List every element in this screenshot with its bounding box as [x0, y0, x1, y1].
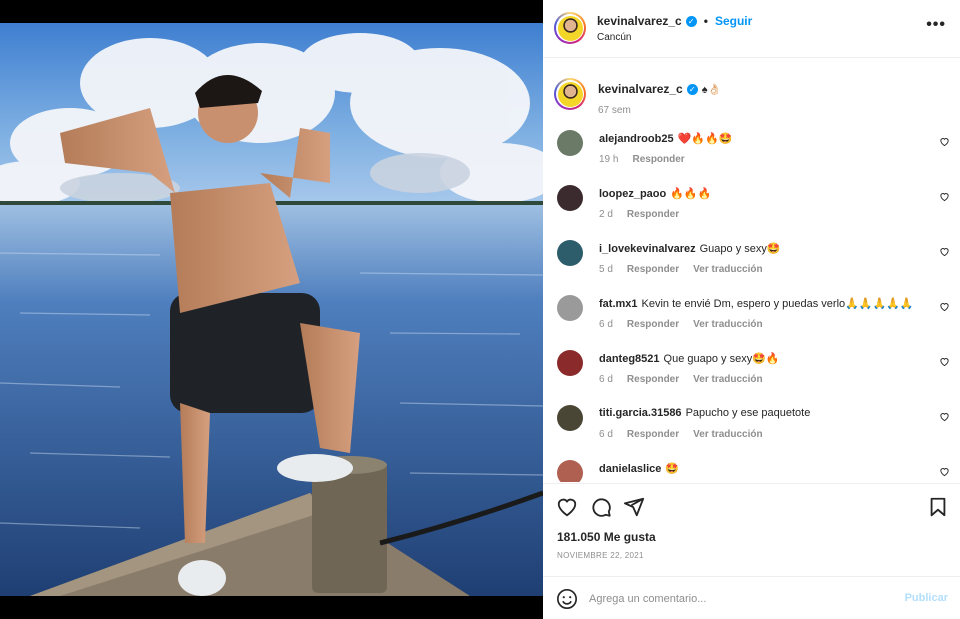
comment-text: Papucho y ese paquetote: [685, 407, 811, 419]
comment-input[interactable]: [589, 589, 889, 609]
separator-dot: •: [703, 14, 708, 28]
comment-line: alejandroob25 ❤️🔥🔥🤩: [599, 132, 930, 145]
comments-list[interactable]: kevinalvarez_c ✓ ♠👌🏻 67 sem alejandroob2…: [543, 58, 960, 482]
comment-line: loopez_paoo 🔥🔥🔥: [599, 187, 930, 200]
comment-text: Guapo y sexy🤩: [699, 243, 781, 255]
publish-button[interactable]: Publicar: [905, 592, 948, 604]
translate-button[interactable]: Ver traducción: [693, 264, 762, 275]
caption-text: ♠👌🏻: [701, 83, 722, 96]
comment-meta: 19 h Responder: [599, 154, 699, 165]
commenter-avatar[interactable]: [557, 185, 583, 211]
like-comment-heart-icon[interactable]: [939, 301, 950, 312]
commenter-username[interactable]: i_lovekevinalvarez: [599, 243, 696, 255]
comment-line: titi.garcia.31586 Papucho y ese paquetote: [599, 407, 930, 419]
comment-meta: 2 d Responder: [599, 209, 693, 220]
reply-button[interactable]: Responder: [627, 429, 679, 440]
like-comment-heart-icon[interactable]: [939, 191, 950, 202]
comment-item: danteg8521 Que guapo y sexy🤩🔥 6 d Responde…: [543, 344, 960, 394]
post-photo-area: [0, 0, 543, 619]
like-comment-heart-icon[interactable]: [939, 136, 950, 147]
emoji-icon[interactable]: [556, 588, 578, 610]
comment-text: 🔥🔥🔥: [670, 188, 712, 200]
comment-line: danielaslice 🤩: [599, 462, 930, 475]
comment-item: loopez_paoo 🔥🔥🔥 2 d Responder: [543, 179, 960, 229]
like-comment-heart-icon[interactable]: [939, 356, 950, 367]
likes-count[interactable]: 181.050 Me gusta: [557, 530, 656, 544]
share-icon[interactable]: [623, 496, 645, 518]
comment-meta: 6 d Responder Ver traducción: [599, 319, 777, 330]
reply-button[interactable]: Responder: [632, 154, 684, 165]
like-comment-heart-icon[interactable]: [939, 246, 950, 257]
post-actions: 181.050 Me gusta NOVIEMBRE 22, 2021: [543, 483, 960, 575]
like-comment-heart-icon[interactable]: [939, 411, 950, 422]
comment-item: alejandroob25 ❤️🔥🔥🤩 19 h Responder: [543, 124, 960, 174]
post-photo[interactable]: [0, 23, 543, 596]
comment-time: 19 h: [599, 154, 619, 165]
commenter-username[interactable]: titi.garcia.31586: [599, 407, 682, 419]
comment-time: 5 d: [599, 264, 613, 275]
comment-item: fat.mx1 Kevin te envié Dm, espero y pueda…: [543, 289, 960, 339]
verified-icon: ✓: [686, 83, 698, 95]
comment-text: Kevin te envié Dm, espero y puedas verlo…: [641, 298, 914, 310]
caption-line: kevinalvarez_c ✓ ♠👌🏻: [598, 82, 721, 96]
comment-text: ❤️🔥🔥🤩: [677, 133, 733, 145]
author-avatar[interactable]: [554, 12, 586, 44]
comment-time: 6 d: [599, 319, 613, 330]
post-caption: kevinalvarez_c ✓ ♠👌🏻 67 sem: [543, 68, 960, 118]
reply-button[interactable]: Responder: [627, 374, 679, 385]
reply-button[interactable]: Responder: [627, 209, 679, 220]
comment-meta: 5 d Responder Ver traducción: [599, 264, 777, 275]
comment-time: 6 d: [599, 374, 613, 385]
post-location[interactable]: Cancún: [597, 32, 631, 43]
comment-meta: 6 d Responder Ver traducción: [599, 429, 777, 440]
post-header: kevinalvarez_c ✓ • Seguir Cancún •••: [543, 0, 960, 58]
add-comment-bar: Publicar: [543, 576, 960, 619]
commenter-username[interactable]: danteg8521: [599, 353, 660, 365]
comment-line: i_lovekevinalvarez Guapo y sexy🤩: [599, 242, 930, 255]
comment-meta: 6 d Responder Ver traducción: [599, 374, 777, 385]
commenter-username[interactable]: fat.mx1: [599, 298, 638, 310]
commenter-avatar[interactable]: [557, 130, 583, 156]
author-username[interactable]: kevinalvarez_c: [597, 14, 682, 28]
comment-line: fat.mx1 Kevin te envié Dm, espero y pueda…: [599, 297, 930, 310]
commenter-avatar[interactable]: [557, 405, 583, 431]
follow-button[interactable]: Seguir: [715, 14, 752, 28]
post-date: NOVIEMBRE 22, 2021: [557, 551, 644, 560]
translate-button[interactable]: Ver traducción: [693, 429, 762, 440]
like-comment-heart-icon[interactable]: [939, 466, 950, 477]
comment-time: 6 d: [599, 429, 613, 440]
commenter-avatar[interactable]: [557, 295, 583, 321]
post-side-panel: kevinalvarez_c ✓ • Seguir Cancún ••• kev…: [543, 0, 960, 619]
commenter-username[interactable]: loopez_paoo: [599, 188, 666, 200]
more-options-icon[interactable]: •••: [926, 16, 946, 34]
comment-item: i_lovekevinalvarez Guapo y sexy🤩 5 d Respo…: [543, 234, 960, 284]
reply-button[interactable]: Responder: [627, 319, 679, 330]
comment-item: danielaslice 🤩: [543, 454, 960, 482]
comment-time: 2 d: [599, 209, 613, 220]
commenter-avatar[interactable]: [557, 460, 583, 482]
comment-line: danteg8521 Que guapo y sexy🤩🔥: [599, 352, 930, 365]
translate-button[interactable]: Ver traducción: [693, 374, 762, 385]
bookmark-icon[interactable]: [927, 496, 949, 518]
comment-item: titi.garcia.31586 Papucho y ese paquetote…: [543, 399, 960, 449]
photo-illustration: [0, 23, 543, 596]
reply-button[interactable]: Responder: [627, 264, 679, 275]
caption-time: 67 sem: [598, 105, 631, 116]
translate-button[interactable]: Ver traducción: [693, 319, 762, 330]
comment-text: 🤩: [665, 463, 680, 475]
commenter-avatar[interactable]: [557, 240, 583, 266]
caption-avatar[interactable]: [554, 78, 586, 110]
commenter-avatar[interactable]: [557, 350, 583, 376]
comment-text: Que guapo y sexy🤩🔥: [663, 353, 780, 365]
commenter-username[interactable]: danielaslice: [599, 463, 661, 475]
commenter-username[interactable]: alejandroob25: [599, 133, 674, 145]
heart-icon[interactable]: [556, 496, 578, 518]
caption-username[interactable]: kevinalvarez_c: [598, 82, 683, 96]
verified-icon: ✓: [685, 15, 697, 27]
author-line: kevinalvarez_c ✓ • Seguir: [597, 14, 752, 28]
comment-icon[interactable]: [590, 496, 612, 518]
